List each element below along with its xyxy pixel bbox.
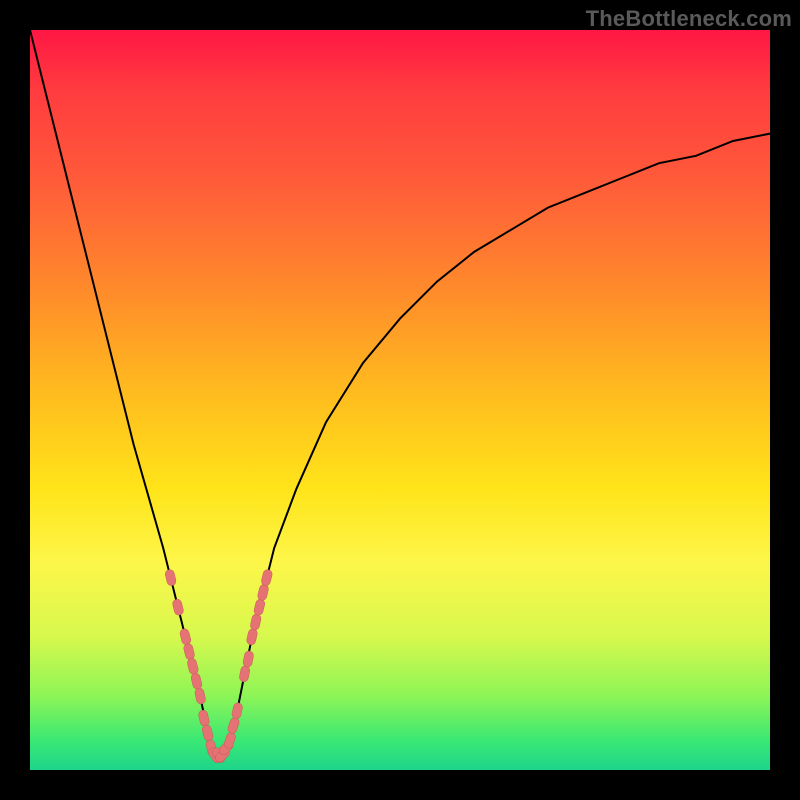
highlighted-points <box>164 569 273 765</box>
marker-pill <box>201 724 214 742</box>
chart-svg <box>30 30 770 770</box>
marker-pill <box>227 717 241 735</box>
marker-pill <box>186 658 199 676</box>
watermark-text: TheBottleneck.com <box>586 6 792 32</box>
marker-pill <box>190 672 203 690</box>
marker-pill <box>198 709 210 727</box>
bottleneck-curve <box>30 30 770 755</box>
marker-pill <box>164 569 177 587</box>
marker-pill <box>257 584 270 602</box>
marker-pill <box>231 702 243 720</box>
marker-pill <box>260 569 273 587</box>
marker-pill <box>179 628 192 646</box>
marker-pill <box>253 598 266 616</box>
plot-area <box>30 30 770 770</box>
marker-pill <box>172 598 185 616</box>
marker-pill <box>183 643 196 661</box>
marker-pill <box>194 687 206 705</box>
marker-pill <box>239 665 251 682</box>
marker-pill <box>250 613 262 631</box>
marker-pill <box>242 650 254 667</box>
marker-pill <box>246 628 258 646</box>
chart-frame: TheBottleneck.com <box>0 0 800 800</box>
marker-pill <box>223 731 237 749</box>
